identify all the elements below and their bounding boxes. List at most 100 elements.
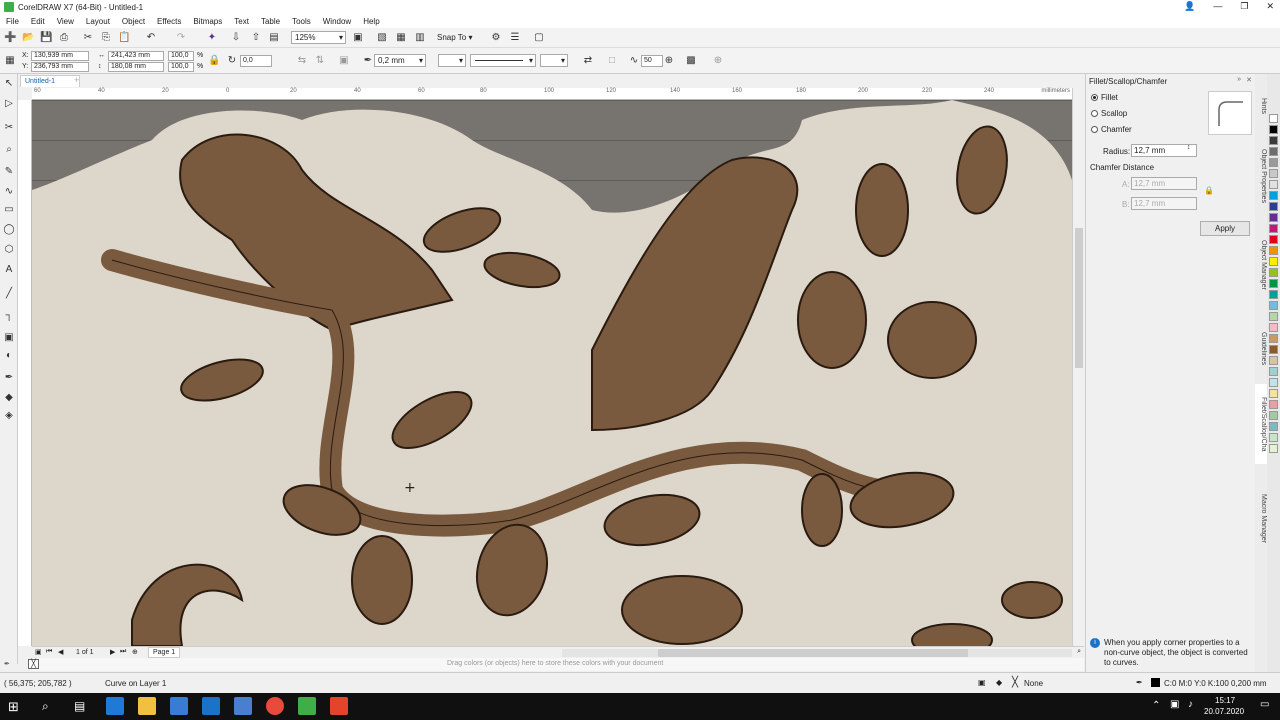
zoom-icon[interactable]: ⌕	[1077, 648, 1081, 656]
search-icon[interactable]: ⌕	[42, 699, 49, 714]
tray-arrow-icon[interactable]: ⌃	[1152, 700, 1160, 711]
object-origin-icon[interactable]: ▦	[4, 55, 16, 67]
redo-icon[interactable]: ↷	[175, 32, 187, 44]
horizontal-ruler[interactable]: 60 40 20 0 20 40 60 80 100 120 140 160 1…	[32, 88, 1072, 100]
palette-swatch[interactable]	[1269, 114, 1278, 123]
crop-tool-icon[interactable]: ✂	[3, 122, 15, 134]
freehand-tool-icon[interactable]: ✎	[3, 166, 15, 178]
rotation-angle-field[interactable]: 0,0	[240, 55, 272, 67]
menu-view[interactable]: View	[57, 17, 74, 26]
menu-window[interactable]: Window	[323, 17, 351, 26]
smoothing-increase-icon[interactable]: ⊕	[663, 55, 675, 67]
paste-icon[interactable]: 📋	[118, 32, 130, 44]
palette-swatch[interactable]	[1269, 356, 1278, 365]
palette-swatch[interactable]	[1269, 158, 1278, 167]
corel-app-taskbar-icon[interactable]	[330, 697, 348, 715]
calculator-icon[interactable]	[234, 697, 252, 715]
y-position-field[interactable]: 236,793 mm	[31, 62, 89, 72]
parallel-dimension-icon[interactable]: ╱	[3, 288, 15, 300]
clock-time[interactable]: 15:17	[1215, 696, 1235, 705]
palette-swatch[interactable]	[1269, 433, 1278, 442]
scrollbar-thumb[interactable]	[1075, 228, 1083, 368]
export-icon[interactable]: ⇧	[250, 32, 262, 44]
store-icon[interactable]	[170, 697, 188, 715]
save-icon[interactable]: 💾	[40, 32, 52, 44]
width-field[interactable]: 241,423 mm	[108, 51, 164, 61]
text-tool-icon[interactable]: A	[3, 264, 15, 276]
palette-swatch[interactable]	[1269, 345, 1278, 354]
menu-edit[interactable]: Edit	[31, 17, 45, 26]
file-explorer-icon[interactable]	[138, 697, 156, 715]
start-arrowhead-select[interactable]: ▾	[438, 54, 466, 67]
palette-swatch[interactable]	[1269, 378, 1278, 387]
cut-icon[interactable]: ✂	[82, 32, 94, 44]
mail-icon[interactable]	[202, 697, 220, 715]
palette-swatch[interactable]	[1269, 389, 1278, 398]
horizontal-scrollbar[interactable]	[562, 649, 1072, 657]
connector-tool-icon[interactable]: ┐	[3, 310, 15, 322]
windows-start-icon[interactable]: ⊞	[8, 699, 19, 715]
vertical-ruler[interactable]	[18, 100, 32, 646]
no-color-swatch[interactable]: ╳	[28, 659, 39, 669]
palette-swatch[interactable]	[1269, 312, 1278, 321]
menu-effects[interactable]: Effects	[157, 17, 181, 26]
menu-bitmaps[interactable]: Bitmaps	[193, 17, 222, 26]
search-content-icon[interactable]: ✦	[206, 32, 218, 44]
radio-chamfer[interactable]	[1091, 126, 1098, 134]
wrap-text-icon[interactable]: ▩	[685, 55, 697, 67]
menu-layout[interactable]: Layout	[86, 17, 110, 26]
add-tab-icon[interactable]: +	[74, 75, 79, 85]
palette-swatch[interactable]	[1269, 191, 1278, 200]
docker-close-icon[interactable]: ✕	[1246, 76, 1252, 84]
tab-hints[interactable]: Hints	[1255, 86, 1267, 126]
tab-fillet-scallop-chamfer[interactable]: Fillet/Scallop/Cha	[1255, 384, 1267, 464]
close-button[interactable]: ✕	[1266, 0, 1274, 13]
pick-tool-icon[interactable]: ↖	[3, 78, 15, 90]
palette-swatch[interactable]	[1269, 224, 1278, 233]
palette-swatch[interactable]	[1269, 169, 1278, 178]
application-launcher-icon[interactable]: ☰	[509, 32, 521, 44]
smoothing-field[interactable]: 50	[641, 55, 663, 67]
page-options-icon[interactable]: ▣	[35, 648, 42, 656]
close-curve-icon[interactable]: □	[606, 55, 618, 67]
height-field[interactable]: 180,08 mm	[108, 62, 164, 72]
end-arrowhead-select[interactable]: ▾	[540, 54, 568, 67]
color-settings-icon[interactable]: ▣	[978, 678, 986, 687]
palette-swatch[interactable]	[1269, 444, 1278, 453]
scale-x-field[interactable]: 100,0	[168, 51, 194, 61]
option-fillet[interactable]: Fillet	[1091, 93, 1118, 102]
palette-swatch[interactable]	[1269, 323, 1278, 332]
undo-icon[interactable]: ↶	[145, 32, 157, 44]
mirror-horizontal-icon[interactable]: ⇆	[296, 55, 308, 67]
radius-spinner-icon[interactable]: ↕	[1187, 144, 1191, 151]
options-icon[interactable]: ⚙	[490, 32, 502, 44]
menu-text[interactable]: Text	[234, 17, 249, 26]
palette-swatch[interactable]	[1269, 136, 1278, 145]
artistic-media-icon[interactable]: ∿	[3, 186, 15, 198]
palette-swatch[interactable]	[1269, 246, 1278, 255]
palette-swatch[interactable]	[1269, 279, 1278, 288]
chamfer-lock-icon[interactable]: 🔒	[1204, 186, 1214, 195]
palette-swatch[interactable]	[1269, 180, 1278, 189]
zoom-tool-icon[interactable]: ⌕	[3, 144, 15, 156]
show-guidelines-icon[interactable]: ▥	[414, 32, 426, 44]
palette-swatch[interactable]	[1269, 202, 1278, 211]
scale-y-field[interactable]: 100,0	[168, 62, 194, 72]
menu-object[interactable]: Object	[122, 17, 145, 26]
ellipse-tool-icon[interactable]: ◯	[3, 224, 15, 236]
restore-button[interactable]: ❐	[1240, 0, 1248, 13]
palette-swatch[interactable]	[1269, 301, 1278, 310]
palette-swatch[interactable]	[1269, 213, 1278, 222]
task-view-icon[interactable]: ▤	[74, 699, 85, 713]
rotate-icon[interactable]: ↻	[226, 55, 238, 67]
horizontal-scrollbar-thumb[interactable]	[658, 649, 968, 657]
minimize-button[interactable]: —	[1213, 0, 1222, 13]
full-screen-icon[interactable]: ▣	[352, 32, 364, 44]
line-style-select[interactable]: ▾	[470, 54, 536, 67]
volume-icon[interactable]: ♪	[1188, 699, 1193, 710]
notifications-icon[interactable]: ▭	[1260, 699, 1269, 710]
outline-pen-icon[interactable]: ✒	[1136, 678, 1143, 687]
chamfer-a-field[interactable]: 12,7 mm	[1131, 177, 1197, 190]
tab-untitled-1[interactable]: Untitled-1	[20, 75, 80, 87]
clock-date[interactable]: 20.07.2020	[1204, 707, 1244, 716]
